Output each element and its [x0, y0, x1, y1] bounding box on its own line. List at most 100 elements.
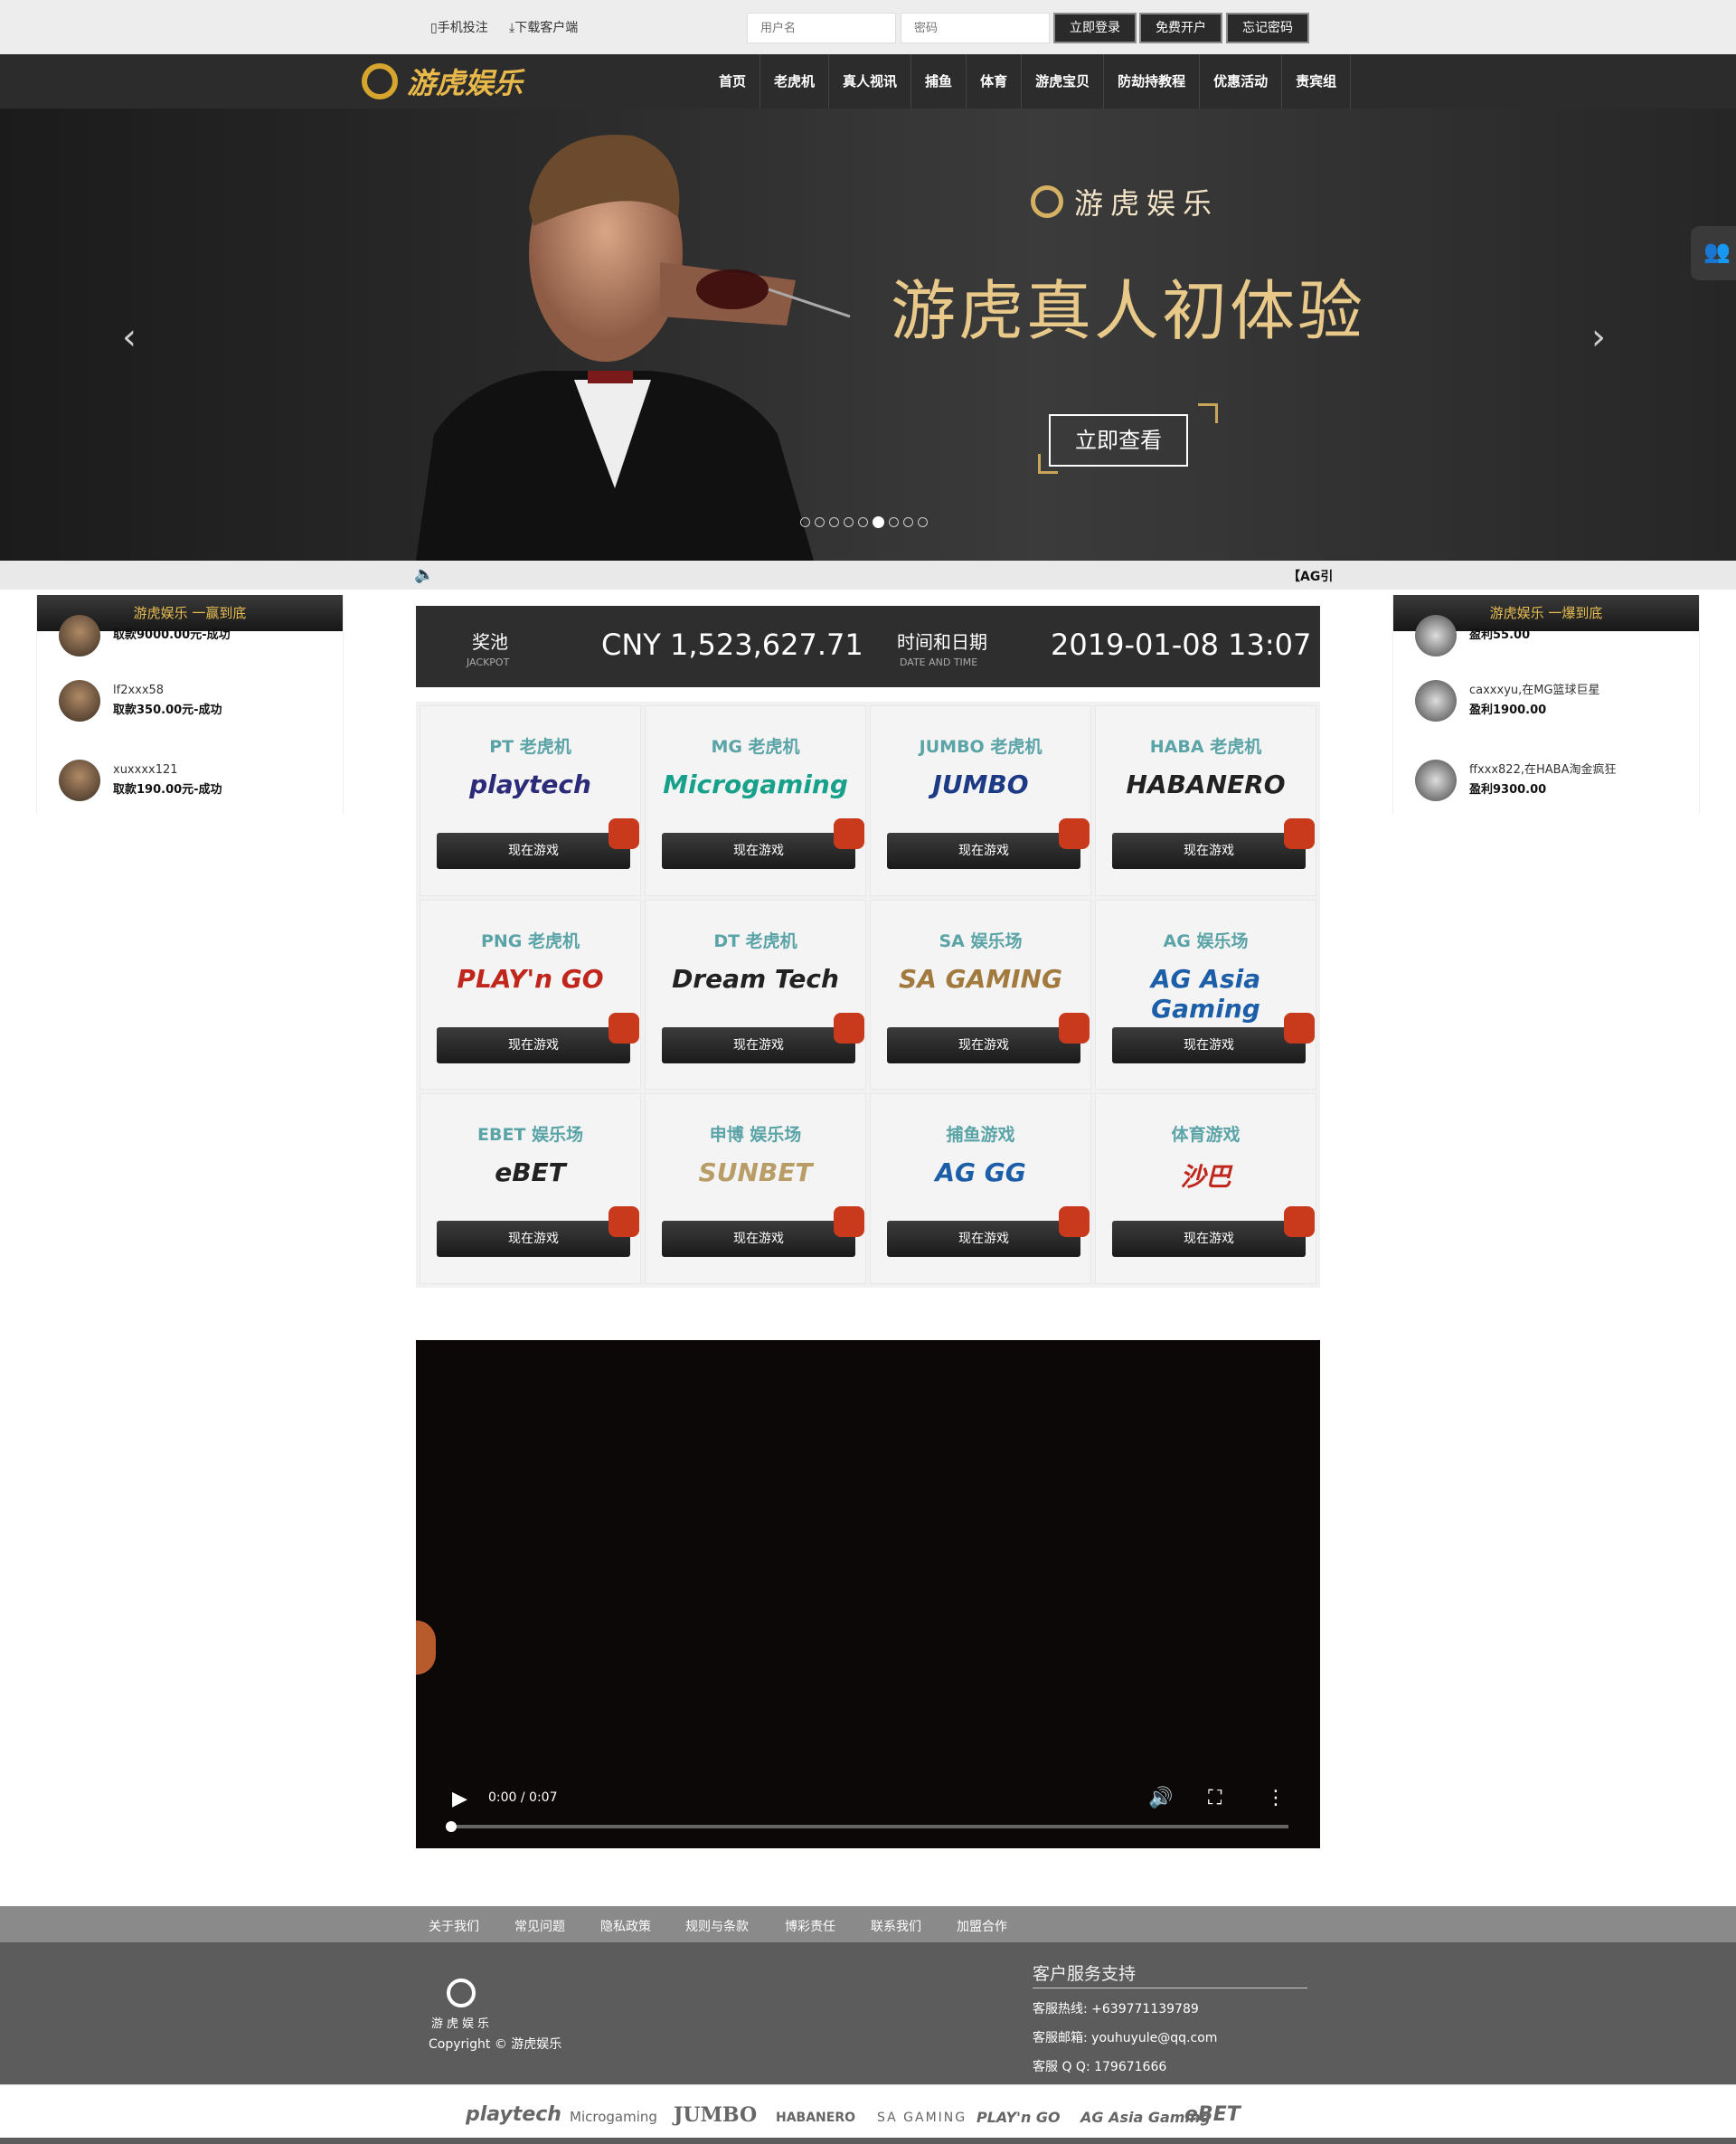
video-frame-figure — [416, 1620, 436, 1675]
game-title: PNG 老虎机 — [480, 930, 580, 951]
carousel-dot[interactable] — [858, 517, 868, 527]
banner-man-image — [416, 135, 851, 561]
footer-link-privacy[interactable]: 隐私政策 — [600, 1917, 651, 1935]
play-now-button[interactable]: 现在游戏 — [1112, 1026, 1306, 1063]
login-button[interactable]: 立即登录 — [1053, 13, 1137, 43]
game-card[interactable]: PNG 老虎机 PLAY'n GO 现在游戏 — [420, 899, 641, 1091]
speaker-icon: 🔈 — [414, 565, 435, 584]
footer-logo-text: 游虎娱乐 — [431, 2017, 494, 2031]
game-badge-icon — [609, 818, 639, 849]
game-badge-icon — [1284, 1012, 1315, 1044]
provider-logo: Dream Tech — [672, 963, 839, 994]
customer-service-tab[interactable]: 👥 — [1691, 226, 1736, 280]
logo-ring-icon — [362, 63, 398, 99]
nav-item-vip[interactable]: 责宾组 — [1282, 54, 1352, 109]
footer-link-contact[interactable]: 联系我们 — [871, 1917, 921, 1935]
game-card[interactable]: MG 老虎机 Microgaming 现在游戏 — [645, 705, 866, 896]
site-logo[interactable]: 游虎娱乐 — [362, 61, 523, 101]
provider-logo: HABANERO — [1126, 770, 1286, 799]
video-progress-handle[interactable] — [446, 1821, 457, 1832]
next-arrow-icon[interactable]: › — [1591, 316, 1606, 358]
game-badge-icon — [834, 1012, 864, 1044]
game-badge-icon — [1059, 1012, 1090, 1044]
mobile-bet-link[interactable]: ▯手机投注 — [430, 18, 488, 36]
carousel-dot[interactable] — [844, 517, 854, 527]
list-item: 盈利55.00 — [1415, 613, 1530, 658]
game-card[interactable]: HABA 老虎机 HABANERO 现在游戏 — [1095, 705, 1316, 896]
play-now-button[interactable]: 现在游戏 — [887, 1026, 1080, 1063]
game-card[interactable]: JUMBO 老虎机 JUMBO 现在游戏 — [870, 705, 1091, 896]
play-now-button[interactable]: 现在游戏 — [662, 1221, 855, 1258]
nav-item-promotions[interactable]: 优惠活动 — [1200, 54, 1283, 109]
play-now-button[interactable]: 现在游戏 — [887, 1221, 1080, 1258]
carousel-dot[interactable] — [889, 517, 899, 527]
play-now-button[interactable]: 现在游戏 — [437, 1026, 630, 1063]
video-progress-bar[interactable] — [448, 1825, 1288, 1828]
play-icon[interactable]: ▶ — [452, 1788, 467, 1810]
game-card[interactable]: DT 老虎机 Dream Tech 现在游戏 — [645, 899, 866, 1091]
nav-item-anti-hijack[interactable]: 防劫持教程 — [1104, 54, 1201, 109]
provider-logo: playtech — [469, 770, 591, 799]
users-icon: 👥 — [1703, 239, 1731, 264]
register-button[interactable]: 免费开户 — [1139, 13, 1222, 43]
announcement-marquee: 🔈 【AG引 — [0, 561, 1736, 590]
forgot-password-button[interactable]: 忘记密码 — [1226, 13, 1309, 43]
avatar — [1415, 615, 1457, 656]
withdrawals-panel: 游虎娱乐 一赢到底 取款9000.00元-成功 lf2xxx58 取款350.00… — [36, 595, 344, 814]
play-now-button[interactable]: 现在游戏 — [437, 833, 630, 869]
nav-item-sports[interactable]: 体育 — [967, 54, 1023, 109]
banner-cta-button[interactable]: 立即查看 — [1049, 414, 1188, 467]
prev-arrow-icon[interactable]: ‹ — [122, 316, 137, 358]
play-now-button[interactable]: 现在游戏 — [662, 1026, 855, 1063]
volume-icon[interactable]: 🔊 — [1148, 1787, 1173, 1809]
footer-link-faq[interactable]: 常见问题 — [514, 1917, 565, 1935]
game-card[interactable]: EBET 娱乐场 eBET 现在游戏 — [420, 1093, 641, 1284]
partner-logo: SA GAMING — [877, 2111, 967, 2125]
partner-logo: JUMBO — [674, 2103, 758, 2127]
carousel-dot[interactable] — [903, 517, 913, 527]
nav-item-fishing[interactable]: 捕鱼 — [911, 54, 967, 109]
marquee-text: 【AG引 — [1288, 570, 1334, 584]
game-card[interactable]: 申博 娱乐场 SUNBET 现在游戏 — [645, 1093, 866, 1284]
carousel-dot[interactable] — [918, 517, 928, 527]
avatar — [59, 615, 100, 656]
carousel-dot[interactable] — [800, 517, 810, 527]
play-now-button[interactable]: 现在游戏 — [662, 833, 855, 869]
frame-corner-tr — [1198, 403, 1218, 423]
username-input[interactable] — [747, 13, 896, 43]
game-badge-icon — [1059, 818, 1090, 849]
carousel-dot-active[interactable] — [873, 516, 884, 528]
avatar — [59, 680, 100, 722]
nav-item-slots[interactable]: 老虎机 — [760, 54, 830, 109]
game-card[interactable]: 捕鱼游戏 AG GG 现在游戏 — [870, 1093, 1091, 1284]
carousel-dot[interactable] — [815, 517, 825, 527]
play-now-button[interactable]: 现在游戏 — [1112, 833, 1306, 869]
password-input[interactable] — [901, 13, 1050, 43]
play-now-button[interactable]: 现在游戏 — [437, 1221, 630, 1258]
game-card[interactable]: PT 老虎机 playtech 现在游戏 — [420, 705, 641, 896]
nav-item-baby[interactable]: 游虎宝贝 — [1022, 54, 1105, 109]
game-card[interactable]: SA 娱乐场 SA GAMING 现在游戏 — [870, 899, 1091, 1091]
nav-item-home[interactable]: 首页 — [705, 54, 761, 109]
game-title: EBET 娱乐场 — [476, 1125, 583, 1146]
footer-link-responsible[interactable]: 博彩责任 — [785, 1917, 835, 1935]
play-now-button[interactable]: 现在游戏 — [887, 833, 1080, 869]
game-card[interactable]: 体育游戏 沙巴 现在游戏 — [1095, 1093, 1316, 1284]
game-title: AG 娱乐场 — [1163, 930, 1249, 951]
avatar — [59, 760, 100, 801]
carousel-dot[interactable] — [829, 517, 839, 527]
nav-items: 首页 老虎机 真人视讯 捕鱼 体育 游虎宝贝 防劫持教程 优惠活动 责宾组 — [705, 54, 1352, 109]
play-now-button[interactable]: 现在游戏 — [1112, 1221, 1306, 1258]
download-client-link[interactable]: ⤓下载客户端 — [509, 18, 578, 36]
footer-link-about[interactable]: 关于我们 — [429, 1917, 479, 1935]
game-card[interactable]: AG 娱乐场 AG Asia Gaming 现在游戏 — [1095, 899, 1316, 1091]
partner-logo: Microgaming — [570, 2109, 657, 2125]
nav-item-live[interactable]: 真人视讯 — [829, 54, 912, 109]
footer-link-terms[interactable]: 规则与条款 — [685, 1917, 749, 1935]
fullscreen-icon[interactable]: ⛶ — [1208, 1787, 1222, 1809]
partner-logo: PLAY'n GO — [976, 2109, 1061, 2126]
list-item: caxxxyu,在MG篮球巨星 盈利1900.00 — [1415, 678, 1600, 723]
more-options-icon[interactable]: ⋮ — [1266, 1787, 1286, 1809]
video-player[interactable]: ▶ 0:00 / 0:07 🔊 ⛶ ⋮ — [416, 1340, 1320, 1848]
footer-link-partner[interactable]: 加盟合作 — [957, 1917, 1007, 1935]
